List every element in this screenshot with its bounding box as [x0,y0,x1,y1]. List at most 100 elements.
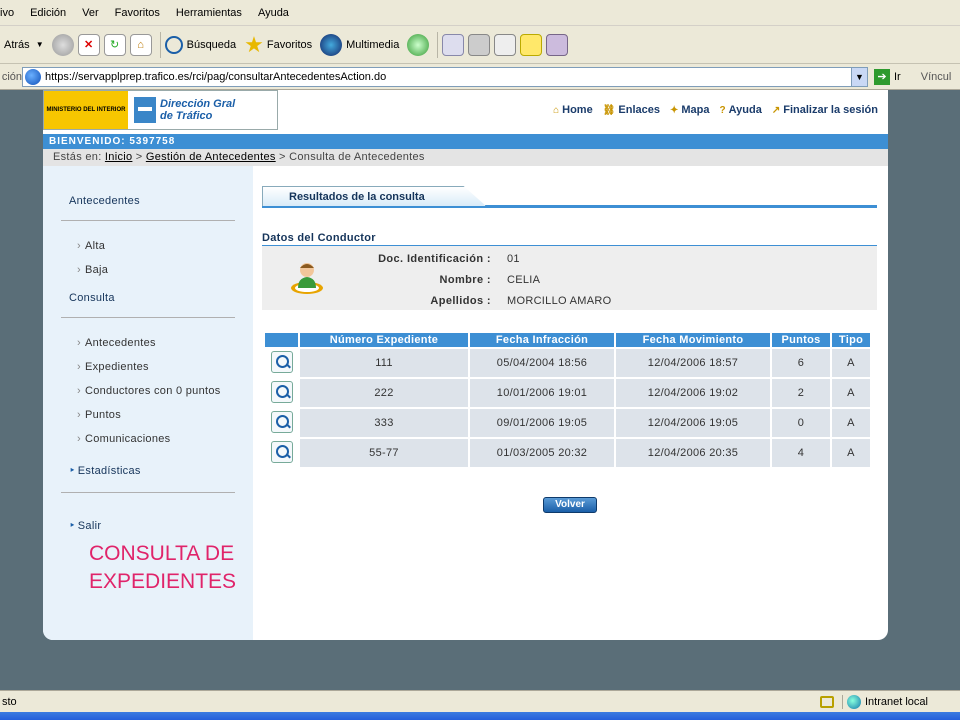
sidebar-item-alta[interactable]: Alta [77,240,105,252]
links-label[interactable]: Víncul [921,71,952,83]
multimedia-button[interactable]: Multimedia [320,33,399,56]
back-button[interactable]: Atrás ▼ [4,39,44,51]
history-icon[interactable] [407,33,430,56]
cell-tipo: A [832,439,870,467]
toolbar-separator [159,31,161,58]
cell-puntos: 0 [772,409,830,437]
home-icon[interactable]: ⌂ [129,33,152,56]
sidebar-item-conductores[interactable]: Conductores con 0 puntos [77,385,221,397]
cell-tipo: A [832,379,870,407]
table-header-row: Número Expediente Fecha Infracción Fecha… [265,333,870,347]
note-icon[interactable] [520,33,543,56]
sidebar-item-estadisticas[interactable]: Estadísticas [69,464,141,477]
breadcrumb-section-link[interactable]: Gestión de Antecedentes [146,151,276,163]
go-arrow-icon: ➔ [874,68,890,85]
table-row: 222 10/01/2006 19:01 12/04/2006 19:02 2 … [265,379,870,407]
sidebar-item-expedientes[interactable]: Expedientes [77,361,149,373]
address-label: ción [1,70,22,83]
refresh-icon[interactable]: ↻ [103,33,126,56]
table-row: 333 09/01/2006 19:05 12/04/2006 19:05 0 … [265,409,870,437]
cell-numero: 333 [300,409,468,437]
dgt-logo-line2: de Tráfico [160,110,213,122]
cell-fecha-movimiento: 12/04/2006 19:02 [616,379,770,407]
favorites-button[interactable]: ★ Favoritos [244,32,312,58]
stop-icon[interactable]: ✕ [77,33,100,56]
nav-enlaces[interactable]: ⛓ Enlaces [603,104,660,116]
site-logo[interactable]: MINISTERIO DEL INTERIOR Dirección Gral de… [43,90,278,130]
conductor-details: Doc. Identificación : 01 Nombre : CELIA … [262,246,877,310]
breadcrumb-current: Consulta de Antecedentes [289,151,425,163]
cell-numero: 111 [300,349,468,377]
link-icon: ⛓ [602,104,616,116]
go-button[interactable]: ➔ Ir [874,68,901,85]
breadcrumb-home-link[interactable]: Inicio [105,151,132,163]
nav-mapa[interactable]: ✦ Mapa [670,104,710,116]
sidebar-item-antecedentes[interactable]: Antecedentes [77,337,156,349]
cell-fecha-infraccion: 05/04/2004 18:56 [470,349,614,377]
edit-icon[interactable] [494,33,517,56]
site-header: MINISTERIO DEL INTERIOR Dirección Gral de… [43,90,888,134]
menu-help[interactable]: Ayuda [250,7,297,19]
windows-taskbar [0,712,960,720]
cell-puntos: 6 [772,349,830,377]
magnifier-icon[interactable] [270,350,293,373]
lock-icon [820,695,834,708]
sidebar-item-puntos[interactable]: Puntos [77,409,121,421]
research-icon[interactable] [546,33,569,56]
chevron-down-icon[interactable]: ▼ [851,67,867,86]
nav-home[interactable]: ⌂ Home [553,104,593,116]
results-tabbar: Resultados de la consulta [262,186,877,208]
cell-puntos: 4 [772,439,830,467]
surname-value: MORCILLO AMARO [507,295,612,307]
browser-menubar: ivo Edición Ver Favoritos Herramientas A… [0,0,960,26]
sidebar-divider [61,492,235,493]
sidebar-heading-consulta[interactable]: Consulta [69,292,115,304]
cell-fecha-movimiento: 12/04/2006 19:05 [616,409,770,437]
header-numero[interactable]: Número Expediente [300,333,468,347]
mail-icon[interactable] [442,33,465,56]
cell-fecha-infraccion: 01/03/2005 20:32 [470,439,614,467]
address-input[interactable]: https://servapplprep.trafico.es/rci/pag/… [22,66,868,87]
cell-fecha-movimiento: 12/04/2006 20:35 [616,439,770,467]
security-zone[interactable]: Intranet local [842,694,960,709]
sidebar-item-comunicaciones[interactable]: Comunicaciones [77,433,171,445]
tab-resultados[interactable]: Resultados de la consulta [262,186,486,206]
forward-icon[interactable] [51,33,74,56]
menu-file[interactable]: ivo [0,7,22,19]
header-fecha-movimiento[interactable]: Fecha Movimiento [616,333,770,347]
search-button[interactable]: Búsqueda [164,35,236,54]
address-bar: ción https://servapplprep.trafico.es/rci… [0,64,960,90]
magnifier-icon[interactable] [270,410,293,433]
address-url[interactable]: https://servapplprep.trafico.es/rci/pag/… [45,71,851,83]
menu-edit[interactable]: Edición [22,7,74,19]
print-icon[interactable] [468,33,491,56]
overlay-annotation: CONSULTA DE EXPEDIENTES [89,540,236,596]
sidebar-heading-antecedentes[interactable]: Antecedentes [69,195,140,207]
menu-favorites[interactable]: Favoritos [107,7,168,19]
cell-numero: 222 [300,379,468,407]
breadcrumb-prefix: Estás en: [53,151,102,163]
header-fecha-infraccion[interactable]: Fecha Infracción [470,333,614,347]
cell-tipo: A [832,409,870,437]
header-puntos[interactable]: Puntos [772,333,830,347]
cell-puntos: 2 [772,379,830,407]
menu-view[interactable]: Ver [74,7,107,19]
welcome-bar: BIENVENIDO: 5397758 [43,134,888,149]
sidebar-item-baja[interactable]: Baja [77,264,108,276]
volver-button[interactable]: Volver [543,497,597,513]
nav-logout[interactable]: ↗ Finalizar la sesión [772,104,878,116]
cell-fecha-movimiento: 12/04/2006 18:57 [616,349,770,377]
status-text: sto [2,695,17,708]
magnifier-icon[interactable] [270,440,293,463]
surname-label: Apellidos : [430,295,491,307]
header-tipo[interactable]: Tipo [832,333,870,347]
menu-tools[interactable]: Herramientas [168,7,250,19]
breadcrumb: Estás en: Inicio > Gestión de Antecedent… [43,149,888,166]
magnifier-icon[interactable] [270,380,293,403]
dgt-logo-line1: Dirección Gral [160,98,236,110]
nav-ayuda[interactable]: ? Ayuda [720,104,762,116]
sidebar-item-salir[interactable]: Salir [69,519,101,532]
sidebar-divider [61,220,235,221]
doc-id-value: 01 [507,253,520,265]
expedientes-table: Número Expediente Fecha Infracción Fecha… [263,331,872,469]
